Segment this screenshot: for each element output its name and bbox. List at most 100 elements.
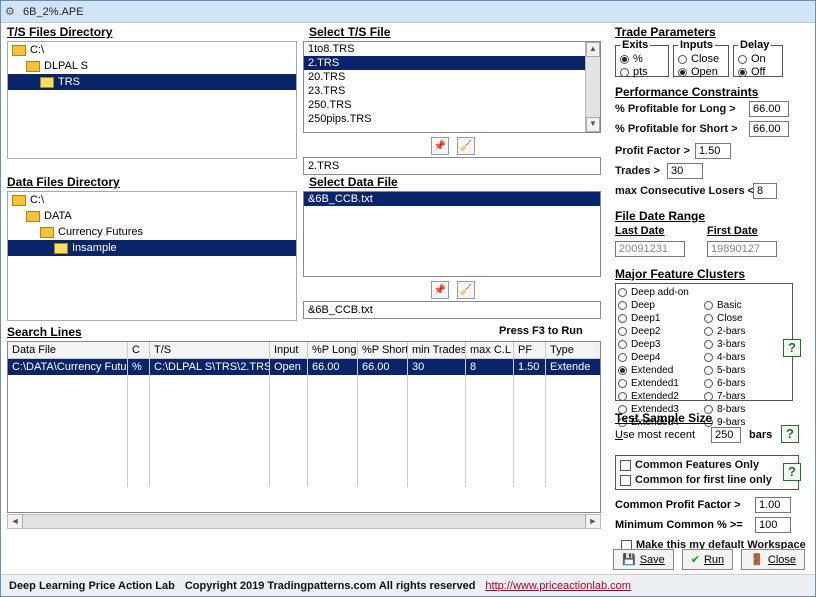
inputs-open-radio[interactable]: Open: [678, 66, 724, 79]
scrollbar[interactable]: ▲ ▼: [585, 42, 600, 132]
table-row[interactable]: [8, 375, 600, 391]
tree-item[interactable]: TRS: [8, 74, 296, 90]
ts-dir-tree[interactable]: C:\ DLPAL S TRS: [7, 41, 297, 159]
mfc-radio[interactable]: 6-bars: [704, 377, 790, 390]
delay-off-radio[interactable]: Off: [738, 66, 778, 79]
mfc-radio[interactable]: Deep add-on: [618, 286, 704, 299]
trades-input[interactable]: 30: [667, 163, 703, 179]
mfc-radio[interactable]: Deep4: [618, 351, 704, 364]
mfc-radio[interactable]: 7-bars: [704, 390, 790, 403]
data-dir-tree[interactable]: C:\ DATA Currency Futures Insample: [7, 191, 297, 321]
mfc-radio[interactable]: 4-bars: [704, 351, 790, 364]
pf-label: Profit Factor >: [615, 145, 690, 157]
close-button[interactable]: 🚪Close: [741, 549, 805, 570]
mfc-radio[interactable]: Deep: [618, 299, 704, 312]
profit-short-label: % Profitable for Short >: [615, 123, 738, 135]
gear-icon: ⚙: [5, 5, 19, 19]
mfc-radio[interactable]: Extended2: [618, 390, 704, 403]
mfc-radio[interactable]: Deep3: [618, 338, 704, 351]
tree-item[interactable]: Currency Futures: [8, 224, 296, 240]
table-row[interactable]: [8, 439, 600, 455]
data-dir-label: Data Files Directory: [7, 175, 120, 189]
list-item[interactable]: &6B_CCB.txt: [304, 192, 600, 206]
last-date-input[interactable]: 20091231: [615, 241, 685, 257]
add-ts-button[interactable]: 📌: [431, 137, 449, 155]
profit-short-input[interactable]: 66.00: [749, 121, 789, 137]
list-item[interactable]: 250pips.TRS: [304, 112, 600, 126]
tss-input[interactable]: 250: [711, 427, 741, 443]
table-row[interactable]: [8, 391, 600, 407]
table-row[interactable]: [8, 455, 600, 471]
table-row[interactable]: [8, 407, 600, 423]
exits-pts-radio[interactable]: pts: [620, 66, 664, 79]
run-button[interactable]: ✔Run: [682, 549, 733, 570]
search-lines-label: Search Lines: [7, 325, 82, 339]
scroll-left-icon[interactable]: ◄: [8, 515, 23, 528]
scroll-up-icon[interactable]: ▲: [586, 42, 600, 57]
data-file-list[interactable]: &6B_CCB.txt: [303, 191, 601, 277]
data-file-text[interactable]: &6B_CCB.txt: [303, 301, 601, 319]
add-data-button[interactable]: 📌: [431, 281, 449, 299]
mfc-radio[interactable]: Extended: [618, 364, 704, 377]
mfc-label: Major Feature Clusters: [615, 267, 745, 281]
ts-file-text[interactable]: 2.TRS: [303, 157, 601, 175]
tree-item[interactable]: Insample: [8, 240, 296, 256]
h-scrollbar[interactable]: ◄ ►: [7, 514, 601, 529]
tree-item[interactable]: C:\: [8, 42, 296, 58]
list-item[interactable]: 250.TRS: [304, 98, 600, 112]
table-row[interactable]: [8, 423, 600, 439]
tree-item[interactable]: DATA: [8, 208, 296, 224]
mc-input[interactable]: 100: [755, 517, 791, 533]
select-ts-label: Select T/S File: [309, 25, 390, 39]
mfc-radio[interactable]: 8-bars: [704, 403, 790, 416]
list-item[interactable]: 1to8.TRS: [304, 42, 600, 56]
exits-pct-radio[interactable]: %: [620, 53, 664, 66]
folder-icon: [12, 195, 26, 206]
help-icon[interactable]: ?: [783, 339, 801, 357]
mfc-radio[interactable]: Deep2: [618, 325, 704, 338]
footer-copy: Copyright 2019 Tradingpatterns.com All r…: [185, 580, 476, 592]
mfc-radio[interactable]: Close: [704, 312, 790, 325]
mfc-radio[interactable]: Basic: [704, 299, 790, 312]
save-icon: 💾: [622, 553, 636, 566]
table-row[interactable]: C:\DATA\Currency Futu % C:\DLPAL S\TRS\2…: [8, 359, 600, 375]
cpf-input[interactable]: 1.00: [755, 497, 791, 513]
tree-item[interactable]: DLPAL S: [8, 58, 296, 74]
common-group: Common Features Only Common for first li…: [615, 455, 799, 490]
scroll-right-icon[interactable]: ►: [585, 515, 600, 528]
list-item[interactable]: 20.TRS: [304, 70, 600, 84]
mfc-radio[interactable]: Extended1: [618, 377, 704, 390]
clear-ts-button[interactable]: 🧹: [457, 137, 475, 155]
run-icon: ✔: [691, 553, 700, 566]
help-icon[interactable]: ?: [783, 463, 801, 481]
table-header: Data File C T/S Input %P Long %P Short m…: [8, 342, 600, 359]
list-item[interactable]: 23.TRS: [304, 84, 600, 98]
save-button[interactable]: 💾Save: [613, 549, 674, 570]
ts-file-list[interactable]: 1to8.TRS 2.TRS 20.TRS 23.TRS 250.TRS 250…: [303, 41, 601, 133]
select-data-label: Select Data File: [309, 175, 398, 189]
search-table[interactable]: Data File C T/S Input %P Long %P Short m…: [7, 341, 601, 513]
first-date-input[interactable]: 19890127: [707, 241, 777, 257]
footer-link[interactable]: http://www.priceactionlab.com: [485, 580, 631, 592]
profit-long-label: % Profitable for Long >: [615, 103, 736, 115]
mfc-radio[interactable]: 5-bars: [704, 364, 790, 377]
scroll-down-icon[interactable]: ▼: [586, 117, 600, 132]
tss-unit: bars: [749, 429, 772, 441]
profit-long-input[interactable]: 66.00: [749, 101, 789, 117]
cffl-check[interactable]: Common for first line only: [620, 474, 794, 486]
help-icon[interactable]: ?: [781, 425, 799, 443]
clear-data-button[interactable]: 🧹: [457, 281, 475, 299]
delay-on-radio[interactable]: On: [738, 53, 778, 66]
mfc-radio[interactable]: Deep1: [618, 312, 704, 325]
mfc-radio[interactable]: 2-bars: [704, 325, 790, 338]
list-item[interactable]: 2.TRS: [304, 56, 600, 70]
table-row[interactable]: [8, 471, 600, 487]
mfc-radio[interactable]: 3-bars: [704, 338, 790, 351]
mcl-input[interactable]: 8: [753, 183, 777, 199]
mc-label: Minimum Common % >=: [615, 519, 743, 531]
pf-input[interactable]: 1.50: [695, 143, 731, 159]
tree-item[interactable]: C:\: [8, 192, 296, 208]
inputs-close-radio[interactable]: Close: [678, 53, 724, 66]
cfo-check[interactable]: Common Features Only: [620, 459, 794, 471]
first-date-label: First Date: [707, 225, 758, 237]
